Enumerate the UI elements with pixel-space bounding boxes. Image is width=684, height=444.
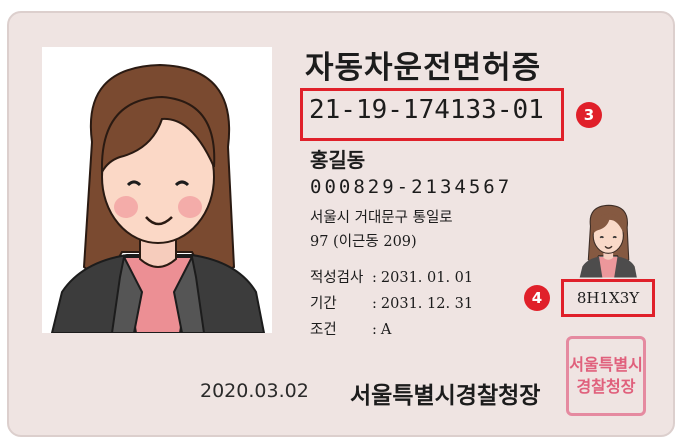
address-line-1: 서울시 거대문구 통일로: [310, 210, 453, 226]
field-row-aptitude: 적성검사 : 2031. 01. 01: [310, 265, 473, 291]
field-separator: :: [372, 270, 377, 286]
address-line-2: 97 (이근동 209): [310, 234, 417, 250]
marker-4: 4: [524, 285, 550, 311]
field-label: 조건: [310, 322, 337, 338]
issue-date: 2020.03.02: [200, 380, 309, 402]
field-separator: :: [372, 296, 377, 312]
marker-3: 3: [576, 102, 602, 128]
field-value: A: [380, 322, 392, 338]
resident-number: 000829-2134567: [310, 176, 513, 198]
holder-name: 홍길동: [310, 148, 366, 172]
verification-code-highlight: [561, 279, 655, 317]
license-number-highlight: [300, 88, 564, 141]
field-row-period: 기간 : 2031. 12. 31: [310, 291, 473, 317]
field-label: 적성검사: [310, 270, 364, 286]
field-value: 2031. 12. 31: [380, 296, 474, 312]
field-row-condition: 조건 : A: [310, 317, 473, 343]
field-separator: :: [372, 322, 377, 338]
address: 서울시 거대문구 통일로 97 (이근동 209): [310, 206, 453, 254]
field-label: 기간: [310, 296, 337, 312]
card-title: 자동차운전면허증: [305, 50, 542, 86]
official-seal-icon: 서울특별시 경찰청장: [566, 336, 646, 416]
seal-line-2: 경찰청장: [576, 377, 636, 396]
issuing-authority: 서울특별시경찰청장: [350, 383, 541, 409]
photo-icon: [42, 47, 272, 333]
field-value: 2031. 01. 01: [380, 270, 474, 286]
license-fields: 적성검사 : 2031. 01. 01 기간 : 2031. 12. 31 조건…: [310, 265, 473, 343]
seal-line-1: 서울특별시: [569, 355, 643, 374]
small-photo-icon: [577, 198, 639, 280]
